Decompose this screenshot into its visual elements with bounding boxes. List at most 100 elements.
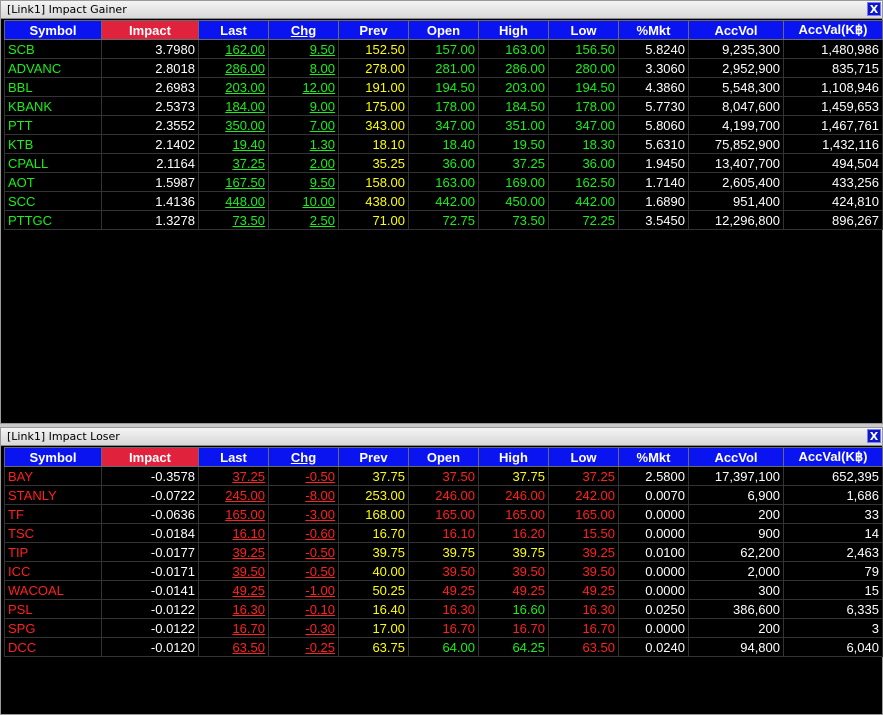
cell-last[interactable]: 49.25 [198,580,269,600]
cell-chg[interactable]: 12.00 [268,77,339,97]
column-header-open[interactable]: Open [408,20,479,40]
cell-chg[interactable]: 9.50 [268,39,339,59]
cell-last[interactable]: 37.25 [198,153,269,173]
cell-last[interactable]: 19.40 [198,134,269,154]
cell-symbol[interactable]: WACOAL [4,580,102,600]
window-title[interactable]: [Link1] Impact Loser [1,428,882,446]
column-header-low[interactable]: Low [548,20,619,40]
column-header-symbol[interactable]: Symbol [4,447,102,467]
cell-symbol[interactable]: CPALL [4,153,102,173]
table-row[interactable]: KTB 2.1402 19.40 1.30 18.10 18.40 19.50 … [4,134,883,154]
close-button[interactable]: X [867,429,881,443]
column-header-high[interactable]: High [478,20,549,40]
cell-symbol[interactable]: BBL [4,77,102,97]
table-row[interactable]: TIP -0.0177 39.25 -0.50 39.75 39.75 39.7… [4,542,883,562]
cell-symbol[interactable]: KBANK [4,96,102,116]
cell-chg[interactable]: -3.00 [268,504,339,524]
cell-chg[interactable]: -0.50 [268,542,339,562]
column-header-symbol[interactable]: Symbol [4,20,102,40]
column-header-accval[interactable]: AccVal(K฿) [783,20,883,40]
cell-symbol[interactable]: PTTGC [4,210,102,230]
table-row[interactable]: WACOAL -0.0141 49.25 -1.00 50.25 49.25 4… [4,580,883,600]
table-row[interactable]: PTT 2.3552 350.00 7.00 343.00 347.00 351… [4,115,883,135]
column-header-low[interactable]: Low [548,447,619,467]
cell-last[interactable]: 63.50 [198,637,269,657]
column-header-last[interactable]: Last [198,447,269,467]
cell-chg[interactable]: 9.00 [268,96,339,116]
table-row[interactable]: STANLY -0.0722 245.00 -8.00 253.00 246.0… [4,485,883,505]
cell-symbol[interactable]: PTT [4,115,102,135]
cell-symbol[interactable]: DCC [4,637,102,657]
cell-last[interactable]: 16.30 [198,599,269,619]
cell-symbol[interactable]: KTB [4,134,102,154]
cell-last[interactable]: 448.00 [198,191,269,211]
cell-last[interactable]: 73.50 [198,210,269,230]
cell-last[interactable]: 16.70 [198,618,269,638]
cell-symbol[interactable]: SCC [4,191,102,211]
cell-chg[interactable]: -0.10 [268,599,339,619]
cell-last[interactable]: 39.50 [198,561,269,581]
cell-symbol[interactable]: SCB [4,39,102,59]
cell-last[interactable]: 165.00 [198,504,269,524]
window-title[interactable]: [Link1] Impact Gainer [1,1,882,19]
cell-symbol[interactable]: TF [4,504,102,524]
column-header-accval[interactable]: AccVal(K฿) [783,447,883,467]
cell-chg[interactable]: 7.00 [268,115,339,135]
cell-chg[interactable]: 9.50 [268,172,339,192]
table-row[interactable]: TSC -0.0184 16.10 -0.60 16.70 16.10 16.2… [4,523,883,543]
cell-last[interactable]: 286.00 [198,58,269,78]
cell-chg[interactable]: -0.50 [268,466,339,486]
cell-chg[interactable]: -8.00 [268,485,339,505]
cell-chg[interactable]: -0.25 [268,637,339,657]
table-row[interactable]: KBANK 2.5373 184.00 9.00 175.00 178.00 1… [4,96,883,116]
column-header-high[interactable]: High [478,447,549,467]
column-header-impact[interactable]: Impact [101,20,199,40]
cell-symbol[interactable]: SPG [4,618,102,638]
table-row[interactable]: CPALL 2.1164 37.25 2.00 35.25 36.00 37.2… [4,153,883,173]
column-header-mkt-percent[interactable]: %Mkt [618,20,689,40]
column-header-mkt-percent[interactable]: %Mkt [618,447,689,467]
cell-symbol[interactable]: TIP [4,542,102,562]
table-row[interactable]: BBL 2.6983 203.00 12.00 191.00 194.50 20… [4,77,883,97]
cell-last[interactable]: 203.00 [198,77,269,97]
cell-last[interactable]: 184.00 [198,96,269,116]
cell-chg[interactable]: -0.50 [268,561,339,581]
cell-symbol[interactable]: ADVANC [4,58,102,78]
table-row[interactable]: PTTGC 1.3278 73.50 2.50 71.00 72.75 73.5… [4,210,883,230]
close-button[interactable]: X [867,2,881,16]
cell-chg[interactable]: 10.00 [268,191,339,211]
cell-symbol[interactable]: STANLY [4,485,102,505]
cell-chg[interactable]: 1.30 [268,134,339,154]
column-header-impact[interactable]: Impact [101,447,199,467]
cell-symbol[interactable]: ICC [4,561,102,581]
cell-symbol[interactable]: BAY [4,466,102,486]
column-header-accvol[interactable]: AccVol [688,20,784,40]
cell-symbol[interactable]: AOT [4,172,102,192]
cell-last[interactable]: 167.50 [198,172,269,192]
column-header-last[interactable]: Last [198,20,269,40]
column-header-chg[interactable]: Chg [268,447,339,467]
cell-symbol[interactable]: TSC [4,523,102,543]
cell-chg[interactable]: 2.50 [268,210,339,230]
table-row[interactable]: SCB 3.7980 162.00 9.50 152.50 157.00 163… [4,39,883,59]
table-row[interactable]: PSL -0.0122 16.30 -0.10 16.40 16.30 16.6… [4,599,883,619]
cell-chg[interactable]: -0.60 [268,523,339,543]
cell-chg[interactable]: 8.00 [268,58,339,78]
table-row[interactable]: SPG -0.0122 16.70 -0.30 17.00 16.70 16.7… [4,618,883,638]
cell-last[interactable]: 39.25 [198,542,269,562]
cell-symbol[interactable]: PSL [4,599,102,619]
cell-last[interactable]: 162.00 [198,39,269,59]
cell-chg[interactable]: -1.00 [268,580,339,600]
cell-last[interactable]: 37.25 [198,466,269,486]
column-header-prev[interactable]: Prev [338,447,409,467]
table-row[interactable]: AOT 1.5987 167.50 9.50 158.00 163.00 169… [4,172,883,192]
table-row[interactable]: DCC -0.0120 63.50 -0.25 63.75 64.00 64.2… [4,637,883,657]
cell-last[interactable]: 16.10 [198,523,269,543]
column-header-accvol[interactable]: AccVol [688,447,784,467]
column-header-open[interactable]: Open [408,447,479,467]
column-header-prev[interactable]: Prev [338,20,409,40]
table-row[interactable]: BAY -0.3578 37.25 -0.50 37.75 37.50 37.7… [4,466,883,486]
column-header-chg[interactable]: Chg [268,20,339,40]
cell-last[interactable]: 245.00 [198,485,269,505]
cell-chg[interactable]: 2.00 [268,153,339,173]
